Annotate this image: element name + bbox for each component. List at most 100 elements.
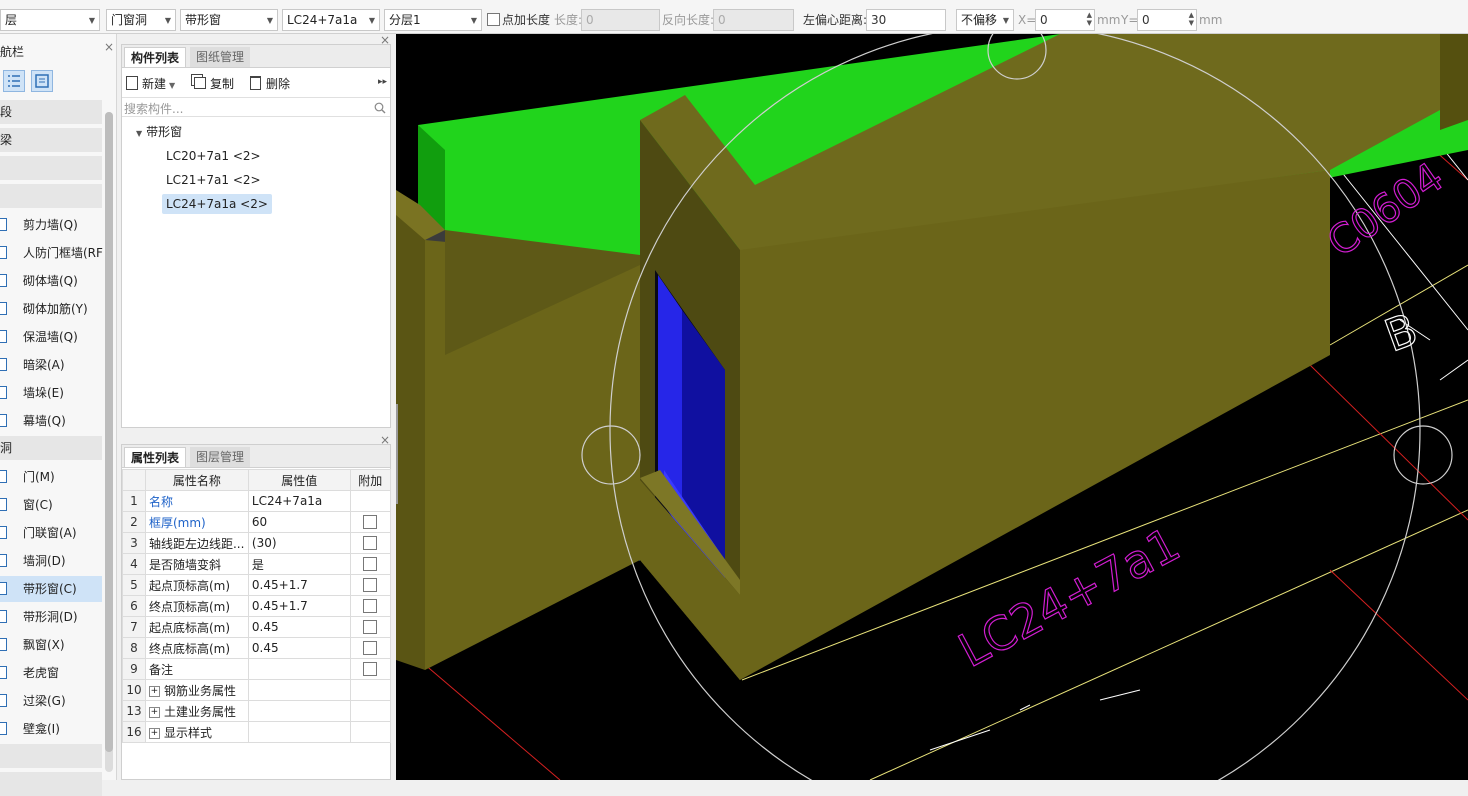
copy-button[interactable]: 复制: [194, 75, 234, 93]
nav-item[interactable]: 砌体墙(Q): [0, 268, 102, 294]
property-value[interactable]: [247, 658, 351, 680]
extra-checkbox[interactable]: [363, 578, 378, 593]
property-value[interactable]: LC24+7a1a: [247, 490, 351, 512]
model-canvas[interactable]: LC24+7a1 C0604 B: [396, 34, 1468, 780]
floor-select[interactable]: 层 ▼: [0, 9, 100, 31]
nav-scrollbar[interactable]: [105, 112, 113, 772]
left-offset-input[interactable]: 30: [866, 9, 946, 31]
component-select[interactable]: LC24+7a1a ▼: [282, 9, 380, 31]
property-name[interactable]: + 钢筋业务属性: [144, 679, 249, 701]
table-row[interactable]: 4 是否随墙变斜是: [122, 553, 392, 575]
delete-button[interactable]: 删除: [250, 75, 290, 93]
close-icon[interactable]: ×: [380, 33, 390, 47]
table-row[interactable]: 13 + 土建业务属性: [122, 700, 392, 722]
nav-item[interactable]: 窗(C): [0, 492, 102, 518]
nav-category-openings[interactable]: 洞: [0, 436, 102, 460]
extra-checkbox[interactable]: [363, 557, 378, 572]
property-value[interactable]: 0.45+1.7: [247, 574, 351, 596]
property-name[interactable]: + 土建业务属性: [144, 700, 249, 722]
3d-viewport[interactable]: LC24+7a1 C0604 B: [396, 34, 1468, 780]
search-box[interactable]: 搜索构件...: [122, 97, 390, 117]
nav-item[interactable]: 墙垛(E): [0, 380, 102, 406]
nav-category[interactable]: 段: [0, 100, 102, 124]
splitter-handle[interactable]: [396, 404, 398, 504]
search-icon[interactable]: [374, 102, 386, 114]
property-value[interactable]: 0.45: [247, 616, 351, 638]
expand-icon[interactable]: +: [148, 685, 160, 697]
detail-view-icon[interactable]: [31, 70, 53, 92]
nav-category[interactable]: [0, 772, 102, 796]
table-row[interactable]: 7 起点底标高(m) 0.45: [122, 616, 392, 638]
tab-layer-management[interactable]: 图层管理: [190, 447, 251, 467]
list-view-icon[interactable]: [3, 70, 25, 92]
table-row[interactable]: 2 框厚(mm) 60: [122, 511, 392, 533]
nav-item[interactable]: 带形洞(D): [0, 604, 102, 630]
reverse-length-input[interactable]: 0: [713, 9, 794, 31]
category-select[interactable]: 门窗洞 ▼: [106, 9, 176, 31]
close-icon[interactable]: ×: [380, 433, 390, 447]
new-button[interactable]: 新建 ▼: [126, 75, 175, 93]
nav-category[interactable]: [0, 184, 102, 208]
layer-select[interactable]: 分层1 ▼: [384, 9, 482, 31]
nav-item[interactable]: 砌体加筋(Y): [0, 296, 102, 322]
property-value[interactable]: 是: [247, 553, 351, 575]
nav-item[interactable]: 墙洞(D): [0, 548, 102, 574]
extra-checkbox[interactable]: [363, 662, 378, 677]
table-row[interactable]: 3 轴线距左边线距... (30): [122, 532, 392, 554]
nav-category[interactable]: 梁: [0, 128, 102, 152]
spinner-icon[interactable]: ▲ ▼: [1087, 11, 1092, 27]
table-row[interactable]: 8 终点底标高(m) 0.45: [122, 637, 392, 659]
tree-item[interactable]: LC24+7a1a <2>: [162, 194, 272, 214]
scrollbar-thumb[interactable]: [105, 112, 113, 752]
property-value[interactable]: [247, 721, 351, 743]
tab-component-list[interactable]: 构件列表: [124, 47, 187, 67]
extra-checkbox[interactable]: [363, 515, 378, 530]
expand-icon[interactable]: +: [148, 727, 160, 739]
nav-item[interactable]: 带形窗(C): [0, 576, 102, 602]
table-row[interactable]: 1 名称 LC24+7a1a: [122, 490, 392, 512]
table-row[interactable]: 16 + 显示样式: [122, 721, 392, 743]
nav-category[interactable]: [0, 744, 102, 768]
y-input[interactable]: 0 ▲ ▼: [1137, 9, 1197, 31]
property-value[interactable]: 0.45: [247, 637, 351, 659]
offset-mode-select[interactable]: 不偏移 ▼: [956, 9, 1014, 31]
tab-drawing-management[interactable]: 图纸管理: [190, 47, 251, 67]
length-input[interactable]: 0: [581, 9, 660, 31]
tab-property-list[interactable]: 属性列表: [124, 447, 187, 467]
extra-checkbox[interactable]: [363, 536, 378, 551]
expand-icon[interactable]: +: [148, 706, 160, 718]
nav-item[interactable]: 门(M): [0, 464, 102, 490]
nav-item[interactable]: 人防门框墙(RF: [0, 240, 103, 266]
nav-item[interactable]: 剪力墙(Q): [0, 212, 102, 238]
extra-checkbox[interactable]: [363, 641, 378, 656]
search-input[interactable]: 搜索构件...: [124, 100, 183, 117]
caret-down-icon[interactable]: ▼: [136, 129, 142, 138]
x-input[interactable]: 0 ▲ ▼: [1035, 9, 1095, 31]
extra-checkbox[interactable]: [363, 620, 378, 635]
nav-item[interactable]: 老虎窗: [0, 660, 102, 686]
tree-root[interactable]: ▼ 带形窗: [136, 123, 182, 140]
nav-category[interactable]: [0, 156, 102, 180]
more-icon[interactable]: ▸▸: [378, 77, 387, 87]
type-select[interactable]: 带形窗 ▼: [180, 9, 278, 31]
nav-item[interactable]: 飘窗(X): [0, 632, 102, 658]
nav-item[interactable]: 壁龛(I): [0, 716, 102, 742]
extra-checkbox[interactable]: [363, 599, 378, 614]
table-row[interactable]: 5 起点顶标高(m) 0.45+1.7: [122, 574, 392, 596]
spinner-icon[interactable]: ▲ ▼: [1189, 11, 1194, 27]
close-icon[interactable]: ×: [104, 40, 114, 54]
table-row[interactable]: 6 终点顶标高(m) 0.45+1.7: [122, 595, 392, 617]
property-value[interactable]: 60: [247, 511, 351, 533]
property-value[interactable]: 0.45+1.7: [247, 595, 351, 617]
property-value[interactable]: (30): [247, 532, 351, 554]
property-name[interactable]: + 显示样式: [144, 721, 249, 743]
tree-item[interactable]: LC20+7a1 <2>: [162, 146, 265, 166]
property-value[interactable]: [247, 700, 351, 722]
nav-item[interactable]: 门联窗(A): [0, 520, 102, 546]
table-row[interactable]: 9 备注: [122, 658, 392, 680]
nav-item[interactable]: 保温墙(Q): [0, 324, 102, 350]
nav-item[interactable]: 幕墙(Q): [0, 408, 102, 434]
table-row[interactable]: 10 + 钢筋业务属性: [122, 679, 392, 701]
nav-item[interactable]: 暗梁(A): [0, 352, 102, 378]
point-length-checkbox[interactable]: [487, 13, 500, 26]
